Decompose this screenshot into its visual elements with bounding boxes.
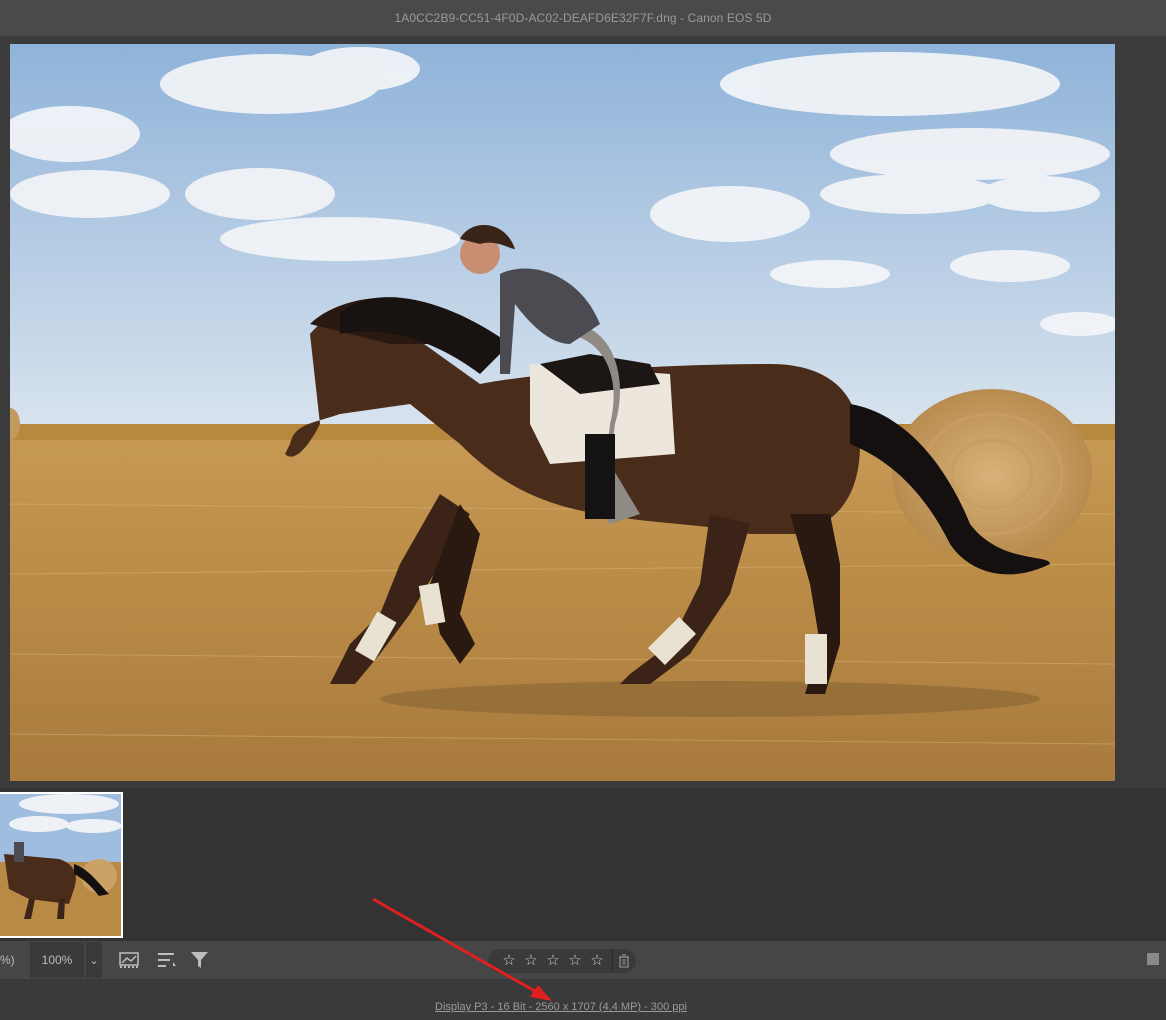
star-icon[interactable]: ☆	[542, 949, 564, 973]
panel-toggle-icon[interactable]	[1147, 953, 1159, 965]
zoom-fit-label[interactable]: %)	[0, 941, 28, 979]
star-icon[interactable]: ☆	[564, 949, 586, 973]
filmstrip	[0, 788, 1166, 941]
image-info-link[interactable]: Display P3 - 16 Bit - 2560 x 1707 (4,4 M…	[0, 1001, 1122, 1013]
window-title: 1A0CC2B9-CC51-4F0D-AC02-DEAFD6E32F7F.dng…	[394, 11, 772, 25]
sort-icon[interactable]	[156, 951, 178, 969]
title-bar: 1A0CC2B9-CC51-4F0D-AC02-DEAFD6E32F7F.dng…	[0, 0, 1166, 36]
workflow-options-icon[interactable]	[118, 951, 140, 969]
bottom-toolbar: %) 100% ⌄ ☆ ☆ ☆ ☆ ☆	[0, 941, 1166, 979]
chevron-down-icon[interactable]: ⌄	[86, 942, 102, 978]
filmstrip-thumbnail[interactable]	[0, 792, 123, 938]
filter-icon[interactable]	[190, 951, 212, 969]
delete-icon[interactable]	[612, 949, 635, 973]
star-icon[interactable]: ☆	[520, 949, 542, 973]
rating-bar: ☆ ☆ ☆ ☆ ☆	[488, 949, 636, 973]
star-icon[interactable]: ☆	[498, 949, 520, 973]
star-icon[interactable]: ☆	[586, 949, 608, 973]
main-preview-image	[10, 44, 1115, 781]
status-bar: Display P3 - 16 Bit - 2560 x 1707 (4,4 M…	[0, 979, 1166, 1020]
zoom-level[interactable]: 100%	[30, 942, 84, 978]
